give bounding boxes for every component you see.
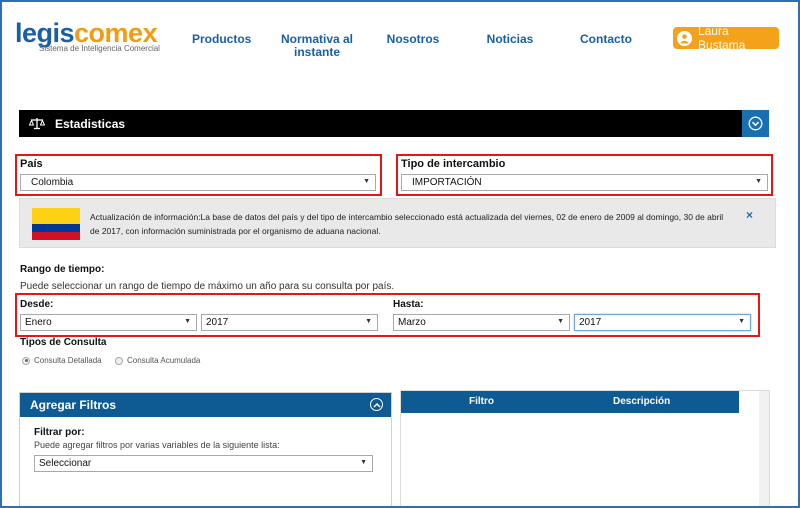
dropdown-arrow-icon: ▼ — [360, 459, 367, 466]
nav-normativa[interactable]: Normativa al instante — [280, 33, 354, 59]
chevron-up-icon[interactable] — [370, 398, 383, 411]
to-label: Hasta: — [393, 299, 424, 310]
filter-hint: Puede agregar filtros por varias variabl… — [34, 440, 280, 450]
close-icon[interactable]: × — [746, 208, 753, 222]
filters-table-panel: Filtro Descripción — [400, 390, 770, 508]
stats-title: Estadisticas — [55, 116, 126, 131]
dropdown-arrow-icon: ▼ — [557, 318, 564, 325]
colombia-flag-icon — [32, 208, 80, 240]
radio-detailed-label: Consulta Detallada — [34, 356, 102, 365]
country-value: Colombia — [31, 177, 74, 188]
from-year-value: 2017 — [206, 317, 229, 328]
radio-unchecked-icon — [115, 356, 123, 365]
user-icon — [677, 30, 692, 46]
dropdown-arrow-icon: ▼ — [365, 318, 372, 325]
nav-productos[interactable]: Productos — [192, 33, 251, 46]
logo-subtitle: Sistema de Inteligencia Comercial — [39, 44, 160, 53]
filter-variable-value: Seleccionar — [39, 458, 92, 469]
nav-nosotros[interactable]: Nosotros — [384, 33, 442, 46]
radio-checked-icon — [22, 356, 30, 365]
to-year-select[interactable]: 2017 ▼ — [574, 314, 751, 331]
to-month-value: Marzo — [398, 317, 426, 328]
info-banner: Actualización de información:La base de … — [19, 198, 776, 248]
col-filter: Filtro — [469, 396, 494, 407]
query-types-title: Tipos de Consulta — [20, 337, 107, 348]
dropdown-arrow-icon: ▼ — [738, 318, 745, 325]
add-filters-panel: Agregar Filtros Filtrar por: Puede agreg… — [19, 392, 392, 508]
nav-noticias[interactable]: Noticias — [484, 33, 536, 46]
stats-bar: Estadisticas — [19, 110, 769, 137]
stats-collapse-toggle[interactable] — [742, 110, 769, 137]
radio-accumulated-label: Consulta Acumulada — [127, 356, 201, 365]
time-range-title: Rango de tiempo: — [20, 264, 105, 275]
filters-table-header: Filtro Descripción — [401, 391, 739, 413]
add-filters-title: Agregar Filtros — [30, 398, 117, 412]
radio-detailed[interactable]: Consulta Detallada — [22, 356, 102, 365]
time-range-hint: Puede seleccionar un rango de tiempo de … — [20, 281, 395, 292]
country-label: País — [20, 158, 43, 170]
info-text: Actualización de información:La base de … — [90, 212, 724, 236]
logo[interactable]: legiscomex Sistema de Inteligencia Comer… — [15, 20, 160, 54]
user-menu-button[interactable]: Laura Bustama — [673, 24, 779, 52]
filter-variable-select[interactable]: Seleccionar ▼ — [34, 455, 373, 472]
add-filters-header[interactable]: Agregar Filtros — [20, 393, 391, 417]
col-description: Descripción — [613, 396, 671, 407]
dropdown-arrow-icon: ▼ — [755, 178, 762, 185]
chevron-down-icon — [748, 116, 763, 131]
dropdown-arrow-icon: ▼ — [184, 318, 191, 325]
exchange-type-select[interactable]: IMPORTACIÓN ▼ — [401, 174, 768, 191]
exchange-type-value: IMPORTACIÓN — [412, 177, 482, 188]
from-month-value: Enero — [25, 317, 52, 328]
exchange-type-label: Tipo de intercambio — [401, 158, 506, 170]
dropdown-arrow-icon: ▼ — [363, 178, 370, 185]
country-select[interactable]: Colombia ▼ — [20, 174, 376, 191]
filter-by-label: Filtrar por: — [34, 427, 85, 438]
from-year-select[interactable]: 2017 ▼ — [201, 314, 378, 331]
radio-accumulated[interactable]: Consulta Acumulada — [115, 356, 200, 365]
to-year-value: 2017 — [579, 317, 602, 328]
scale-icon — [29, 117, 45, 130]
nav-contacto[interactable]: Contacto — [578, 33, 634, 46]
from-month-select[interactable]: Enero ▼ — [20, 314, 197, 331]
from-label: Desde: — [20, 299, 54, 310]
to-month-select[interactable]: Marzo ▼ — [393, 314, 570, 331]
site-header: legiscomex Sistema de Inteligencia Comer… — [0, 0, 800, 70]
table-scrollbar[interactable] — [759, 391, 769, 508]
user-name: Laura Bustama — [697, 24, 746, 52]
